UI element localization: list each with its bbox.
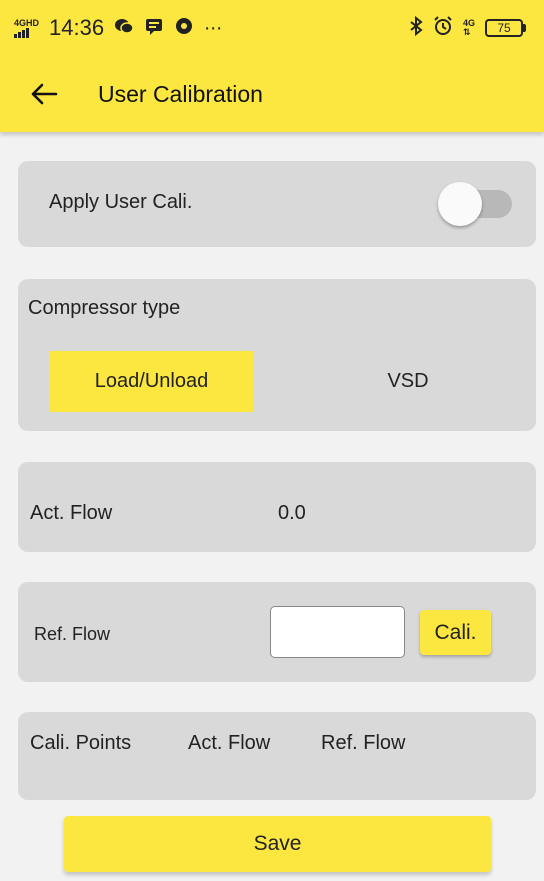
cali-button[interactable]: Cali.: [420, 610, 491, 655]
browser-notification-icon: [174, 16, 194, 41]
signal-icon: 4GHD: [14, 17, 40, 38]
act-flow-card: Act. Flow 0.0: [18, 462, 536, 552]
cali-points-header: Cali. Points Act. Flow Ref. Flow: [30, 732, 405, 755]
mobile-data-icon: 4G ⇅: [462, 18, 475, 37]
app-bar: User Calibration: [0, 56, 544, 132]
compressor-type-label: Compressor type: [28, 297, 181, 319]
save-button[interactable]: Save: [64, 816, 491, 872]
load-unload-option[interactable]: Load/Unload: [50, 351, 253, 412]
page-title: User Calibration: [98, 80, 263, 107]
vsd-option[interactable]: VSD: [318, 351, 498, 412]
alarm-icon: [433, 15, 453, 41]
bluetooth-icon: [409, 15, 423, 41]
arrow-left-icon: [31, 83, 58, 105]
status-left: 4GHD 14:36 ⋯: [14, 15, 222, 41]
header-ref-flow: Ref. Flow: [321, 732, 406, 754]
toggle-thumb: [438, 182, 482, 226]
ref-flow-input[interactable]: [270, 606, 405, 658]
status-time: 14:36: [49, 15, 105, 40]
more-notifications-icon: ⋯: [204, 17, 223, 38]
status-bar: 4GHD 14:36 ⋯ 4G ⇅ 75: [0, 0, 544, 56]
message-notification-icon: [144, 16, 164, 41]
act-flow-value: 0.0: [278, 502, 306, 524]
compressor-type-card: Compressor type Load/Unload VSD: [18, 279, 536, 431]
app-notification-icon: [114, 16, 134, 41]
battery-level: 75: [485, 19, 523, 37]
apply-user-cali-toggle[interactable]: [438, 182, 514, 226]
apply-user-cali-label: Apply User Cali.: [49, 191, 193, 213]
ref-flow-label: Ref. Flow: [34, 624, 111, 644]
act-flow-label: Act. Flow: [30, 502, 113, 524]
status-right: 4G ⇅ 75: [409, 15, 526, 41]
header-cali-points: Cali. Points: [30, 732, 132, 754]
cali-points-card: Cali. Points Act. Flow Ref. Flow: [18, 712, 536, 800]
ref-flow-card: Ref. Flow Cali.: [18, 582, 536, 682]
header-act-flow: Act. Flow: [188, 732, 271, 754]
back-button[interactable]: [14, 56, 74, 132]
apply-user-cali-card: Apply User Cali.: [18, 161, 536, 247]
network-label: 4GHD: [14, 17, 40, 28]
battery-icon: 75: [485, 19, 526, 37]
